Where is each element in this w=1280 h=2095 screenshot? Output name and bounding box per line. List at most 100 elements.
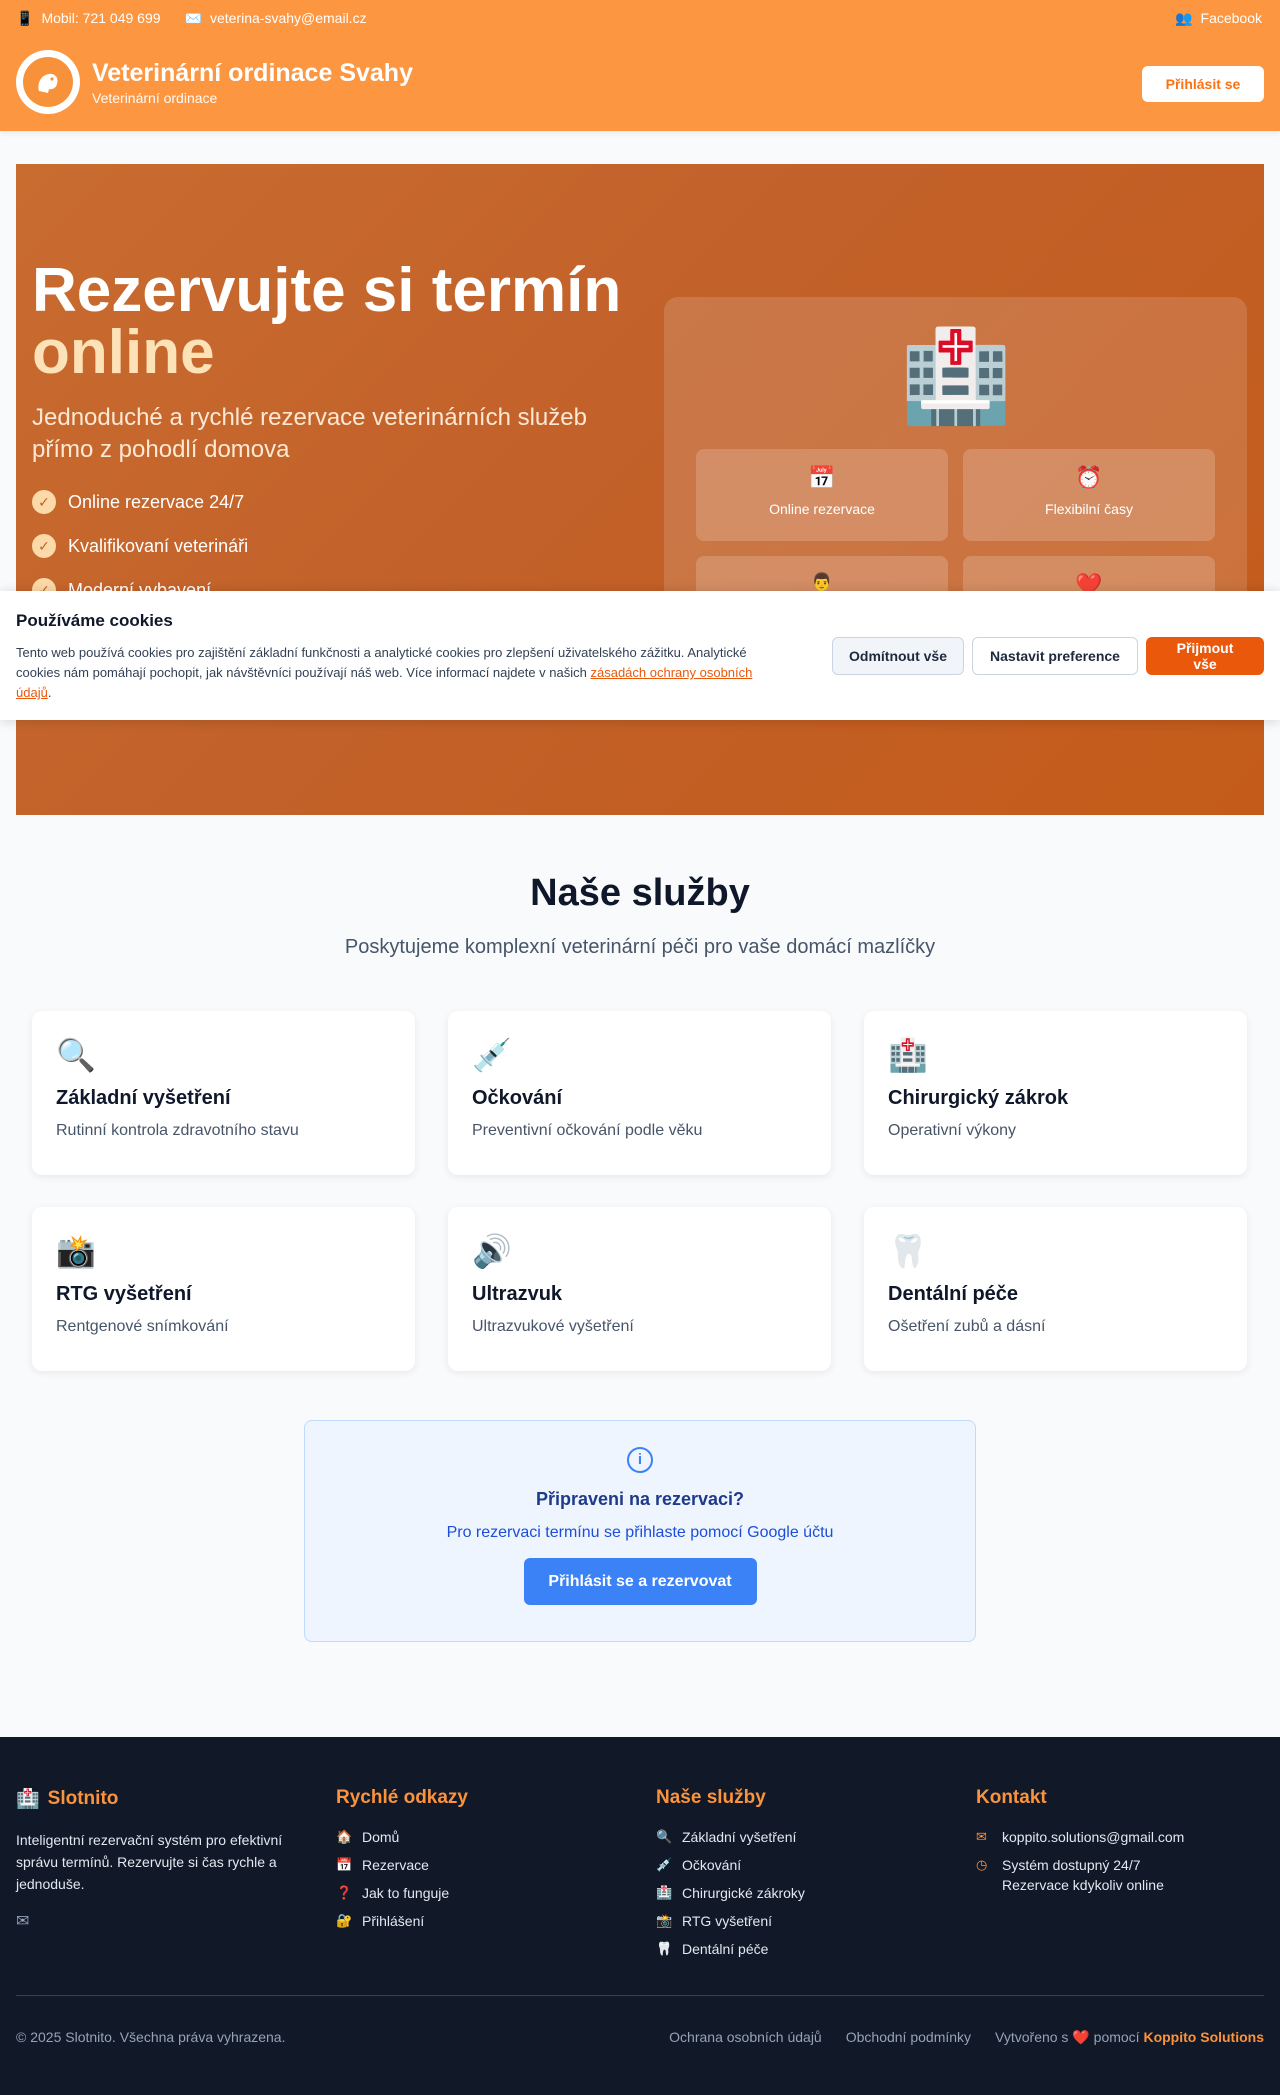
footer-quick-links: Rychlé odkazy 🏠 Domů 📅 Rezervace ❓ Jak to f… [336,1787,468,1939]
check-icon: ✓ [32,534,56,558]
made-by: Vytvořeno s ❤️ pomocí Koppito Solutions [995,2029,1264,2046]
cookie-text: Tento web používá cookies pro zajištění … [16,643,776,703]
koppito-link[interactable]: Koppito Solutions [1143,2029,1264,2045]
service-desc: Operativní výkony [888,1122,1017,1139]
people-icon: 👥 [1175,10,1193,26]
hospital-icon: 🏥 [888,1037,928,1073]
set-preferences-button[interactable]: Nastavit preference [972,637,1138,675]
service-card[interactable]: 🔊 Ultrazvuk Ultrazvukové vyšetření [448,1207,831,1371]
service-card[interactable]: 💉 Očkování Preventivní očkování podle vě… [448,1011,831,1175]
panel-card-label: Online rezervace [769,501,875,517]
phone-icon: 📱 [16,10,34,26]
syringe-icon: 💉 [656,1857,673,1872]
service-desc: Ošetření zubů a dásní [888,1318,1046,1335]
camera-flash-icon: 📸 [656,1913,673,1928]
cookie-title: Používáme cookies [16,611,173,630]
mail-icon: ✉️ [184,10,202,26]
footer-service-link[interactable]: 🔍 Základní vyšetření [656,1827,805,1847]
calendar-icon: 📅 [336,1857,353,1872]
footer-brand: 🏥 Slotnito [16,1787,316,1811]
reject-all-button[interactable]: Odmítnout vše [832,637,964,675]
services-title: Naše služby [530,872,750,914]
footer-service-link[interactable]: 🏥 Chirurgické zákroky [656,1883,805,1903]
service-desc: Rutinní kontrola zdravotního stavu [56,1122,299,1139]
feature-label: Online rezervace 24/7 [68,491,245,512]
email-text: veterina-svahy@email.cz [209,10,367,26]
accept-all-button[interactable]: Přijmout vše [1146,637,1264,675]
footer-link-how[interactable]: ❓ Jak to funguje [336,1883,468,1903]
question-icon: ❓ [336,1885,353,1900]
site-header: 📱 Mobil: 721 049 699 ✉️ veterina-svahy@e… [0,0,1280,131]
footer-contact-title: Kontakt [976,1787,1047,1808]
speaker-icon: 🔊 [472,1233,512,1269]
cookie-actions: Odmítnout vše Nastavit preference Přijmo… [832,637,1264,675]
footer-service-link[interactable]: 🦷 Dentální péče [656,1939,805,1959]
footer-services-title: Naše služby [656,1787,766,1808]
footer-service-link[interactable]: 💉 Očkování [656,1855,805,1875]
made-mid: pomocí [1093,2029,1140,2045]
footer-hours-line2: Rezervace kdykoliv online [1002,1877,1164,1893]
service-card[interactable]: 🏥 Chirurgický zákrok Operativní výkony [864,1011,1247,1175]
hospital-icon: 🏥 [16,1789,40,1810]
footer-quick-title: Rychlé odkazy [336,1787,468,1808]
footer-link-label: Přihlášení [362,1913,425,1929]
privacy-link[interactable]: Ochrana osobních údajů [669,2029,822,2046]
footer-link-label: Rezervace [362,1857,429,1873]
panel-card-online: 📅 Online rezervace [696,449,948,541]
hospital-icon: 🏥 [656,1885,673,1900]
hero-lead: Jednoduché a rychlé rezervace veterinárn… [32,404,587,463]
service-title: Ultrazvuk [472,1283,563,1305]
facebook-label: Facebook [1200,10,1262,26]
service-desc: Rentgenové snímkování [56,1318,229,1335]
footer-link-label: Chirurgické zákroky [682,1885,805,1901]
footer-email-text: koppito.solutions@gmail.com [1002,1829,1185,1845]
footer-link-label: Dentální péče [682,1941,769,1957]
tooth-icon: 🦷 [656,1941,673,1956]
cta-text: Pro rezervaci termínu se přihlaste pomoc… [446,1524,834,1541]
service-card[interactable]: 📸 RTG vyšetření Rentgenové snímkování [32,1207,415,1371]
service-title: Chirurgický zákrok [888,1087,1069,1109]
phone-contact[interactable]: 📱 Mobil: 721 049 699 [16,10,161,26]
footer-link-label: Základní vyšetření [682,1829,797,1845]
service-card[interactable]: 🔍 Základní vyšetření Rutinní kontrola zd… [32,1011,415,1175]
footer-link-label: Jak to funguje [362,1885,450,1901]
email-contact[interactable]: ✉️ veterina-svahy@email.cz [185,10,367,26]
site-footer: 🏥 Slotnito Inteligentní rezervační systém… [0,1737,1280,2095]
reservation-cta: i Připraveni na rezervaci? Pro rezervaci… [304,1420,976,1642]
panel-card-flexible: ⏰ Flexibilní časy [963,449,1215,541]
check-icon: ✓ [32,490,56,514]
syringe-icon: 💉 [472,1037,512,1073]
footer-link-login[interactable]: 🔐 Přihlášení [336,1911,468,1931]
brand[interactable]: Veterinární ordinace Svahy Veterinární o… [0,50,1280,114]
clock-icon: ◷ [976,1857,988,1872]
footer-contact-hours: ◷ Systém dostupný 24/7 Rezervace kdykoliv … [976,1855,1184,1895]
footer-brand-name: Slotnito [47,1788,119,1809]
footer-service-link[interactable]: 📸 RTG vyšetření [656,1911,805,1931]
service-card[interactable]: 🦷 Dentální péče Ošetření zubů a dásní [864,1207,1247,1371]
mail-icon[interactable]: ✉ [16,1911,316,1931]
footer-link-reservation[interactable]: 📅 Rezervace [336,1855,468,1875]
footer-link-label: Očkování [682,1857,742,1873]
clinic-name: Veterinární ordinace Svahy [92,59,413,87]
facebook-link[interactable]: 👥 Facebook [1175,10,1262,26]
made-prefix: Vytvořeno s [995,2029,1069,2045]
magnifier-icon: 🔍 [56,1037,96,1073]
footer-bottom-links: Ochrana osobních údajů Obchodní podmínky… [669,2029,1264,2046]
footer-hours-text: Systém dostupný 24/7 Rezervace kdykoliv o… [1002,1855,1164,1895]
footer-contact-email[interactable]: ✉ koppito.solutions@gmail.com [976,1827,1184,1847]
footer-link-home[interactable]: 🏠 Domů [336,1827,468,1847]
clinic-logo [16,50,80,114]
copyright: © 2025 Slotnito. Všechna práva vyhrazena… [16,2029,286,2045]
mail-icon: ✉ [976,1829,987,1844]
phone-text: Mobil: 721 049 699 [41,10,161,26]
login-button[interactable]: Přihlásit se [1142,66,1264,102]
login-reserve-button[interactable]: Přihlásit se a rezervovat [523,1558,757,1605]
hero-title-line1: Rezervujte si termín [32,256,622,325]
service-desc: Preventivní očkování podle věku [472,1122,703,1139]
hospital-icon: 🏥 [900,327,1013,427]
tooth-icon: 🦷 [888,1233,928,1269]
terms-link[interactable]: Obchodní podmínky [846,2029,971,2046]
footer-contact: Kontakt ✉ koppito.solutions@gmail.com ◷ Sy… [976,1787,1184,1903]
alarm-clock-icon: ⏰ [1075,465,1103,490]
footer-link-label: Domů [362,1829,400,1845]
